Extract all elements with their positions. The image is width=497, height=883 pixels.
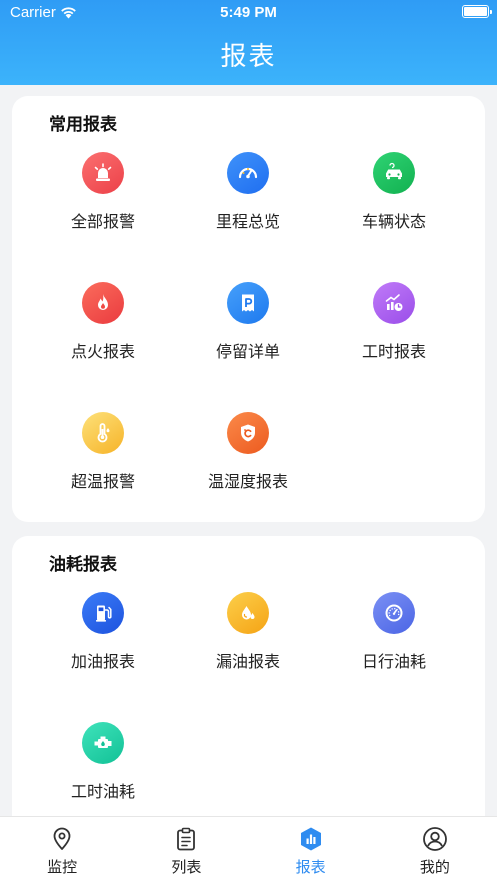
report-item-label: 超温报警 (70, 472, 135, 491)
tab-label: 报表 (295, 858, 326, 876)
tab-reports[interactable]: 报表 (249, 817, 373, 883)
report-item-temp-humidity[interactable]: 温湿度报表 (173, 412, 323, 512)
report-item-label: 停留详单 (215, 342, 280, 361)
flame-icon (82, 282, 124, 324)
clipboard-list-icon (177, 827, 196, 851)
car-icon (373, 152, 415, 194)
report-item-label: 工时油耗 (70, 782, 135, 801)
tab-monitor[interactable]: 监控 (0, 817, 124, 883)
parking-icon (227, 282, 269, 324)
tab-label: 列表 (171, 858, 202, 876)
report-item-label: 加油报表 (70, 652, 135, 671)
speedometer-icon (227, 152, 269, 194)
report-item-label: 漏油报表 (215, 652, 280, 671)
report-item-work-hours[interactable]: 工时报表 (319, 282, 469, 382)
common-reports-card: 常用报表 全部报警 里程总览 车辆状态 点火报表 停留详单 工时报表 超温报警 … (12, 96, 485, 522)
fuel-pump-icon (82, 592, 124, 634)
header: Carrier 5:49 PM 报表 (0, 0, 497, 85)
alarm-light-icon (82, 152, 124, 194)
location-pin-icon (53, 827, 71, 850)
report-item-label: 工时报表 (361, 342, 426, 361)
report-item-label: 日行油耗 (361, 652, 426, 671)
report-item-vehicle-status[interactable]: 车辆状态 (319, 152, 469, 252)
report-item-mileage-overview[interactable]: 里程总览 (173, 152, 323, 252)
temp-humidity-shield-icon (227, 412, 269, 454)
report-item-label: 车辆状态 (361, 212, 426, 231)
report-item-label: 温湿度报表 (207, 472, 288, 491)
report-item-oil-leak[interactable]: 漏油报表 (173, 592, 323, 692)
report-item-label: 点火报表 (70, 342, 135, 361)
engine-icon (82, 722, 124, 764)
report-item-over-temp-alarm[interactable]: 超温报警 (28, 412, 178, 512)
report-item-work-hour-fuel[interactable]: 工时油耗 (28, 722, 178, 822)
tab-label: 监控 (47, 858, 78, 876)
tab-label: 我的 (419, 858, 450, 876)
report-chart-icon (300, 827, 321, 851)
oil-drop-icon (227, 592, 269, 634)
fuel-reports-card: 油耗报表 加油报表 漏油报表 日行油耗 工时油耗 (12, 536, 485, 826)
gauge-icon (373, 592, 415, 634)
page-title: 报表 (220, 42, 277, 72)
report-item-label: 里程总览 (215, 212, 280, 231)
status-time: 5:49 PM (220, 4, 277, 21)
report-item-daily-fuel[interactable]: 日行油耗 (319, 592, 469, 692)
report-item-ignition[interactable]: 点火报表 (28, 282, 178, 382)
battery-icon (462, 5, 492, 18)
tab-bar: 监控 列表 报表 我的 (0, 816, 497, 883)
report-item-parking-details[interactable]: 停留详单 (173, 282, 323, 382)
report-item-all-alarms[interactable]: 全部报警 (28, 152, 178, 252)
section-title-common: 常用报表 (49, 115, 117, 135)
tab-list[interactable]: 列表 (124, 817, 248, 883)
report-item-refuel[interactable]: 加油报表 (28, 592, 178, 692)
work-hours-chart-icon (373, 282, 415, 324)
section-title-fuel: 油耗报表 (49, 555, 117, 575)
thermometer-icon (82, 412, 124, 454)
tab-mine[interactable]: 我的 (373, 817, 497, 883)
status-bar: Carrier 5:49 PM (0, 0, 497, 24)
user-profile-icon (422, 827, 447, 851)
report-item-label: 全部报警 (70, 212, 135, 231)
